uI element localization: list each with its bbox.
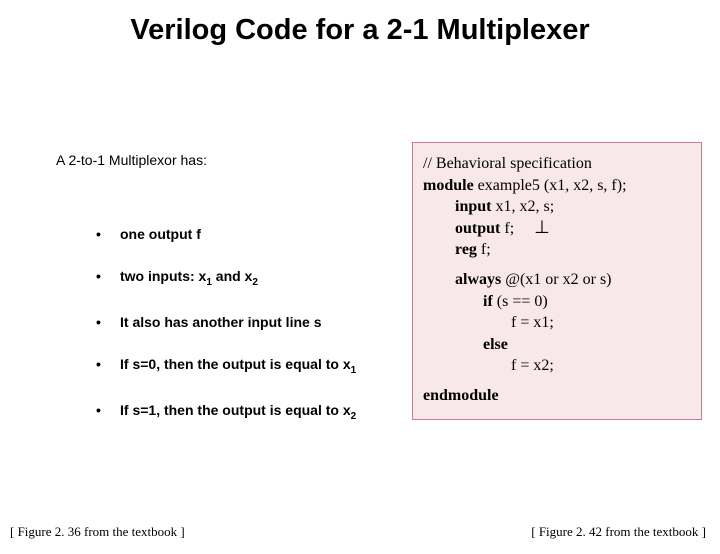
- code-reg-rest: f;: [477, 241, 491, 258]
- bullet-2: two inputs: x1 and x2: [96, 268, 436, 288]
- kw-always: always: [455, 271, 501, 288]
- bullet-3: It also has another input line s: [96, 314, 436, 330]
- kw-endmodule: endmodule: [423, 385, 695, 407]
- bullet-4-sub: 1: [351, 365, 357, 376]
- bullet-1: one output f: [96, 226, 436, 242]
- slide-title: Verilog Code for a 2-1 Multiplexer: [0, 14, 720, 47]
- code-input-line: input x1, x2, s;: [455, 196, 695, 218]
- code-reg-line: reg f;: [455, 239, 695, 261]
- code-module-rest: example5 (x1, x2, s, f);: [474, 177, 627, 194]
- bullet-4-pre: If s=0, then the output is equal to x: [120, 356, 351, 372]
- bullet-2-pre: two inputs: x: [120, 268, 206, 284]
- lead-text: A 2-to-1 Multiplexor has:: [56, 152, 207, 168]
- kw-module: module: [423, 177, 474, 194]
- code-input-rest: x1, x2, s;: [491, 198, 554, 215]
- code-always-rest: @(x1 or x2 or s): [501, 271, 611, 288]
- text-cursor-icon: ⊥: [534, 218, 550, 236]
- code-comment: // Behavioral specification: [423, 153, 695, 175]
- bullet-5: If s=1, then the output is equal to x2: [96, 402, 436, 422]
- code-assign1: f = x1;: [511, 312, 695, 334]
- bullet-4: If s=0, then the output is equal to x1: [96, 356, 436, 376]
- kw-reg: reg: [455, 241, 477, 258]
- code-output-line: output f; ⊥: [455, 218, 695, 240]
- kw-else: else: [483, 334, 695, 356]
- spacer-2: [423, 377, 695, 385]
- bullet-list: one output f two inputs: x1 and x2 It al…: [56, 200, 436, 447]
- code-output-rest: f;: [500, 220, 514, 237]
- code-if-rest: (s == 0): [493, 293, 548, 310]
- bullet-5-sub: 2: [351, 410, 357, 421]
- bullet-2-mid: and x: [212, 268, 252, 284]
- bullet-5-pre: If s=1, then the output is equal to x: [120, 402, 351, 418]
- code-module-line: module example5 (x1, x2, s, f);: [423, 175, 695, 197]
- kw-if: if: [483, 293, 493, 310]
- kw-input: input: [455, 198, 491, 215]
- code-box: // Behavioral specification module examp…: [412, 142, 702, 420]
- code-assign2: f = x2;: [511, 355, 695, 377]
- caption-left: [ Figure 2. 36 from the textbook ]: [10, 524, 185, 540]
- code-if-line: if (s == 0): [483, 291, 695, 313]
- caption-right: [ Figure 2. 42 from the textbook ]: [531, 524, 706, 540]
- code-always-line: always @(x1 or x2 or s): [455, 269, 695, 291]
- kw-output: output: [455, 220, 500, 237]
- bullet-2-sub2: 2: [252, 277, 258, 288]
- spacer: [423, 261, 695, 269]
